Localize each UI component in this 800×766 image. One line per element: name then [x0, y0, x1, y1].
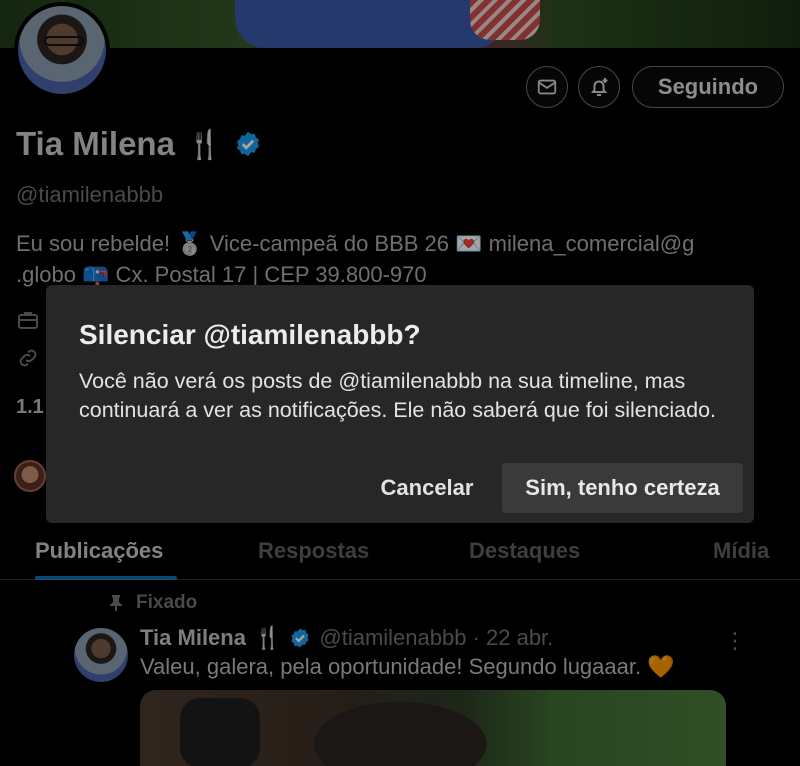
dialog-body: Você não verá os posts de @tiamilenabbb …	[79, 369, 717, 422]
cancel-button[interactable]: Cancelar	[364, 463, 490, 513]
mute-confirm-dialog: Silenciar @tiamilenabbb? Você não verá o…	[46, 285, 754, 523]
confirm-mute-button[interactable]: Sim, tenho certeza	[502, 463, 743, 513]
dialog-title: Silenciar @tiamilenabbb?	[79, 319, 421, 350]
